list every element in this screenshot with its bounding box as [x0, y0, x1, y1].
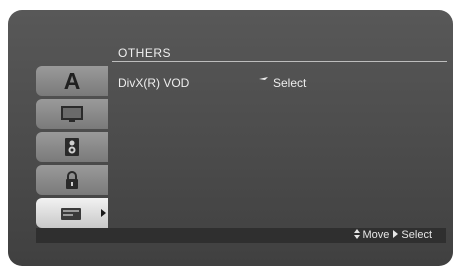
title-divider: [112, 61, 447, 62]
tab-display[interactable]: [36, 99, 108, 129]
letter-a-icon: A: [63, 67, 81, 94]
menu-item-value[interactable]: Select: [259, 76, 307, 90]
tab-lock[interactable]: [36, 165, 108, 195]
move-label: Move: [362, 229, 390, 241]
lock-icon: [66, 171, 78, 189]
updown-arrow-icon: [353, 229, 361, 239]
right-arrow-icon: [393, 230, 399, 238]
menu-item-label: DivX(R) VOD: [118, 76, 190, 90]
menu-item-divx-vod[interactable]: DivX(R) VOD Select: [118, 76, 438, 92]
sidebar-tabs: A: [36, 66, 108, 231]
menu-item-value-text: Select: [273, 76, 307, 90]
footer-hint: Move Select: [353, 229, 432, 241]
osd-screen: A OTHERS DivX(R) VOD Select Move Select: [8, 10, 453, 266]
tab-language[interactable]: A: [36, 66, 108, 96]
footer-bar: Move Select: [36, 228, 446, 243]
page-title: OTHERS: [118, 46, 172, 60]
pointer-icon: [259, 77, 268, 80]
display-icon: [61, 106, 83, 122]
others-icon: [61, 208, 81, 220]
chevron-right-icon: [101, 209, 106, 217]
tab-others[interactable]: [36, 198, 108, 228]
tab-audio[interactable]: [36, 132, 108, 162]
speaker-icon: [65, 138, 79, 156]
select-label: Select: [401, 229, 432, 241]
